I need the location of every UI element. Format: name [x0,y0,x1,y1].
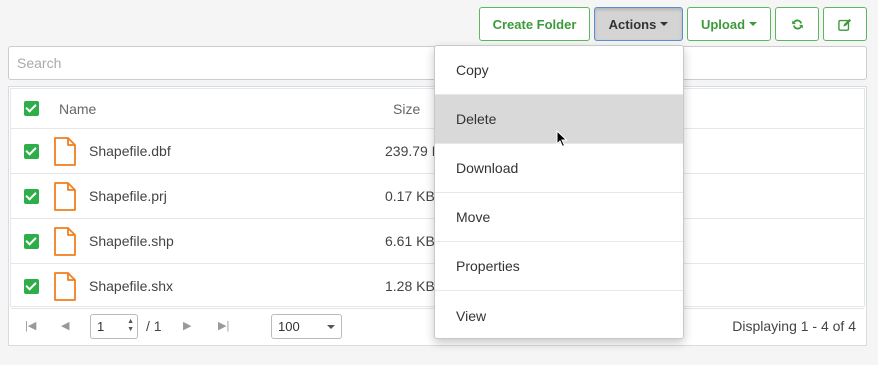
row-checkbox[interactable] [24,188,39,204]
page-number-input[interactable]: 1 ▲ ▼ [90,314,138,339]
file-name[interactable]: Shapefile.dbf [89,143,171,159]
chevron-down-icon [327,325,335,329]
menu-item-properties[interactable]: Properties [435,242,683,291]
page-size-value: 100 [278,319,300,334]
actions-button[interactable]: Actions [594,7,683,41]
caret-down-icon [660,22,669,26]
file-name[interactable]: Shapefile.shp [89,233,174,249]
row-checkbox[interactable] [24,233,39,249]
file-name[interactable]: Shapefile.shx [89,278,173,294]
column-header-size[interactable]: Size [393,101,420,117]
page-total: / 1 [146,318,162,334]
select-all-checkbox[interactable] [24,101,39,116]
upload-label: Upload [700,16,746,32]
mouse-cursor-icon [556,130,568,148]
file-size: 6.61 KB [385,233,435,249]
refresh-button[interactable] [775,7,819,41]
file-name[interactable]: Shapefile.prj [89,188,167,204]
menu-item-download[interactable]: Download [435,144,683,193]
caret-down-icon [749,22,758,26]
page-size-select[interactable]: 100 [271,314,342,339]
file-icon [54,227,76,256]
menu-item-move[interactable]: Move [435,193,683,242]
file-size: 0.17 KB [385,188,435,204]
menu-item-view[interactable]: View [435,291,683,340]
file-icon [54,272,76,301]
upload-button[interactable]: Upload [687,7,771,41]
file-size: 1.28 KB [385,278,435,294]
first-page-icon[interactable]: |◀ [25,319,36,332]
prev-page-icon[interactable]: ◀ [61,319,69,332]
next-page-icon[interactable]: ▶ [183,319,191,332]
actions-label: Actions [608,16,657,32]
refresh-icon [791,19,803,29]
spinner-icon[interactable]: ▲ ▼ [127,318,134,334]
displaying-count: Displaying 1 - 4 of 4 [732,318,856,334]
file-icon [54,137,76,166]
last-page-icon[interactable]: ▶| [218,319,229,332]
file-size: 239.79 K [385,143,442,159]
menu-item-copy[interactable]: Copy [435,46,683,95]
edit-icon [838,18,852,31]
file-icon [54,182,76,211]
create-folder-button[interactable]: Create Folder [479,7,590,41]
page-number-value: 1 [97,319,105,334]
column-header-name[interactable]: Name [59,101,96,117]
edit-button[interactable] [823,7,867,41]
actions-menu: Copy Delete Download Move Properties Vie… [434,45,684,339]
toolbar: Create Folder Actions Upload [479,7,867,41]
row-checkbox[interactable] [24,278,39,294]
row-checkbox[interactable] [24,143,39,159]
